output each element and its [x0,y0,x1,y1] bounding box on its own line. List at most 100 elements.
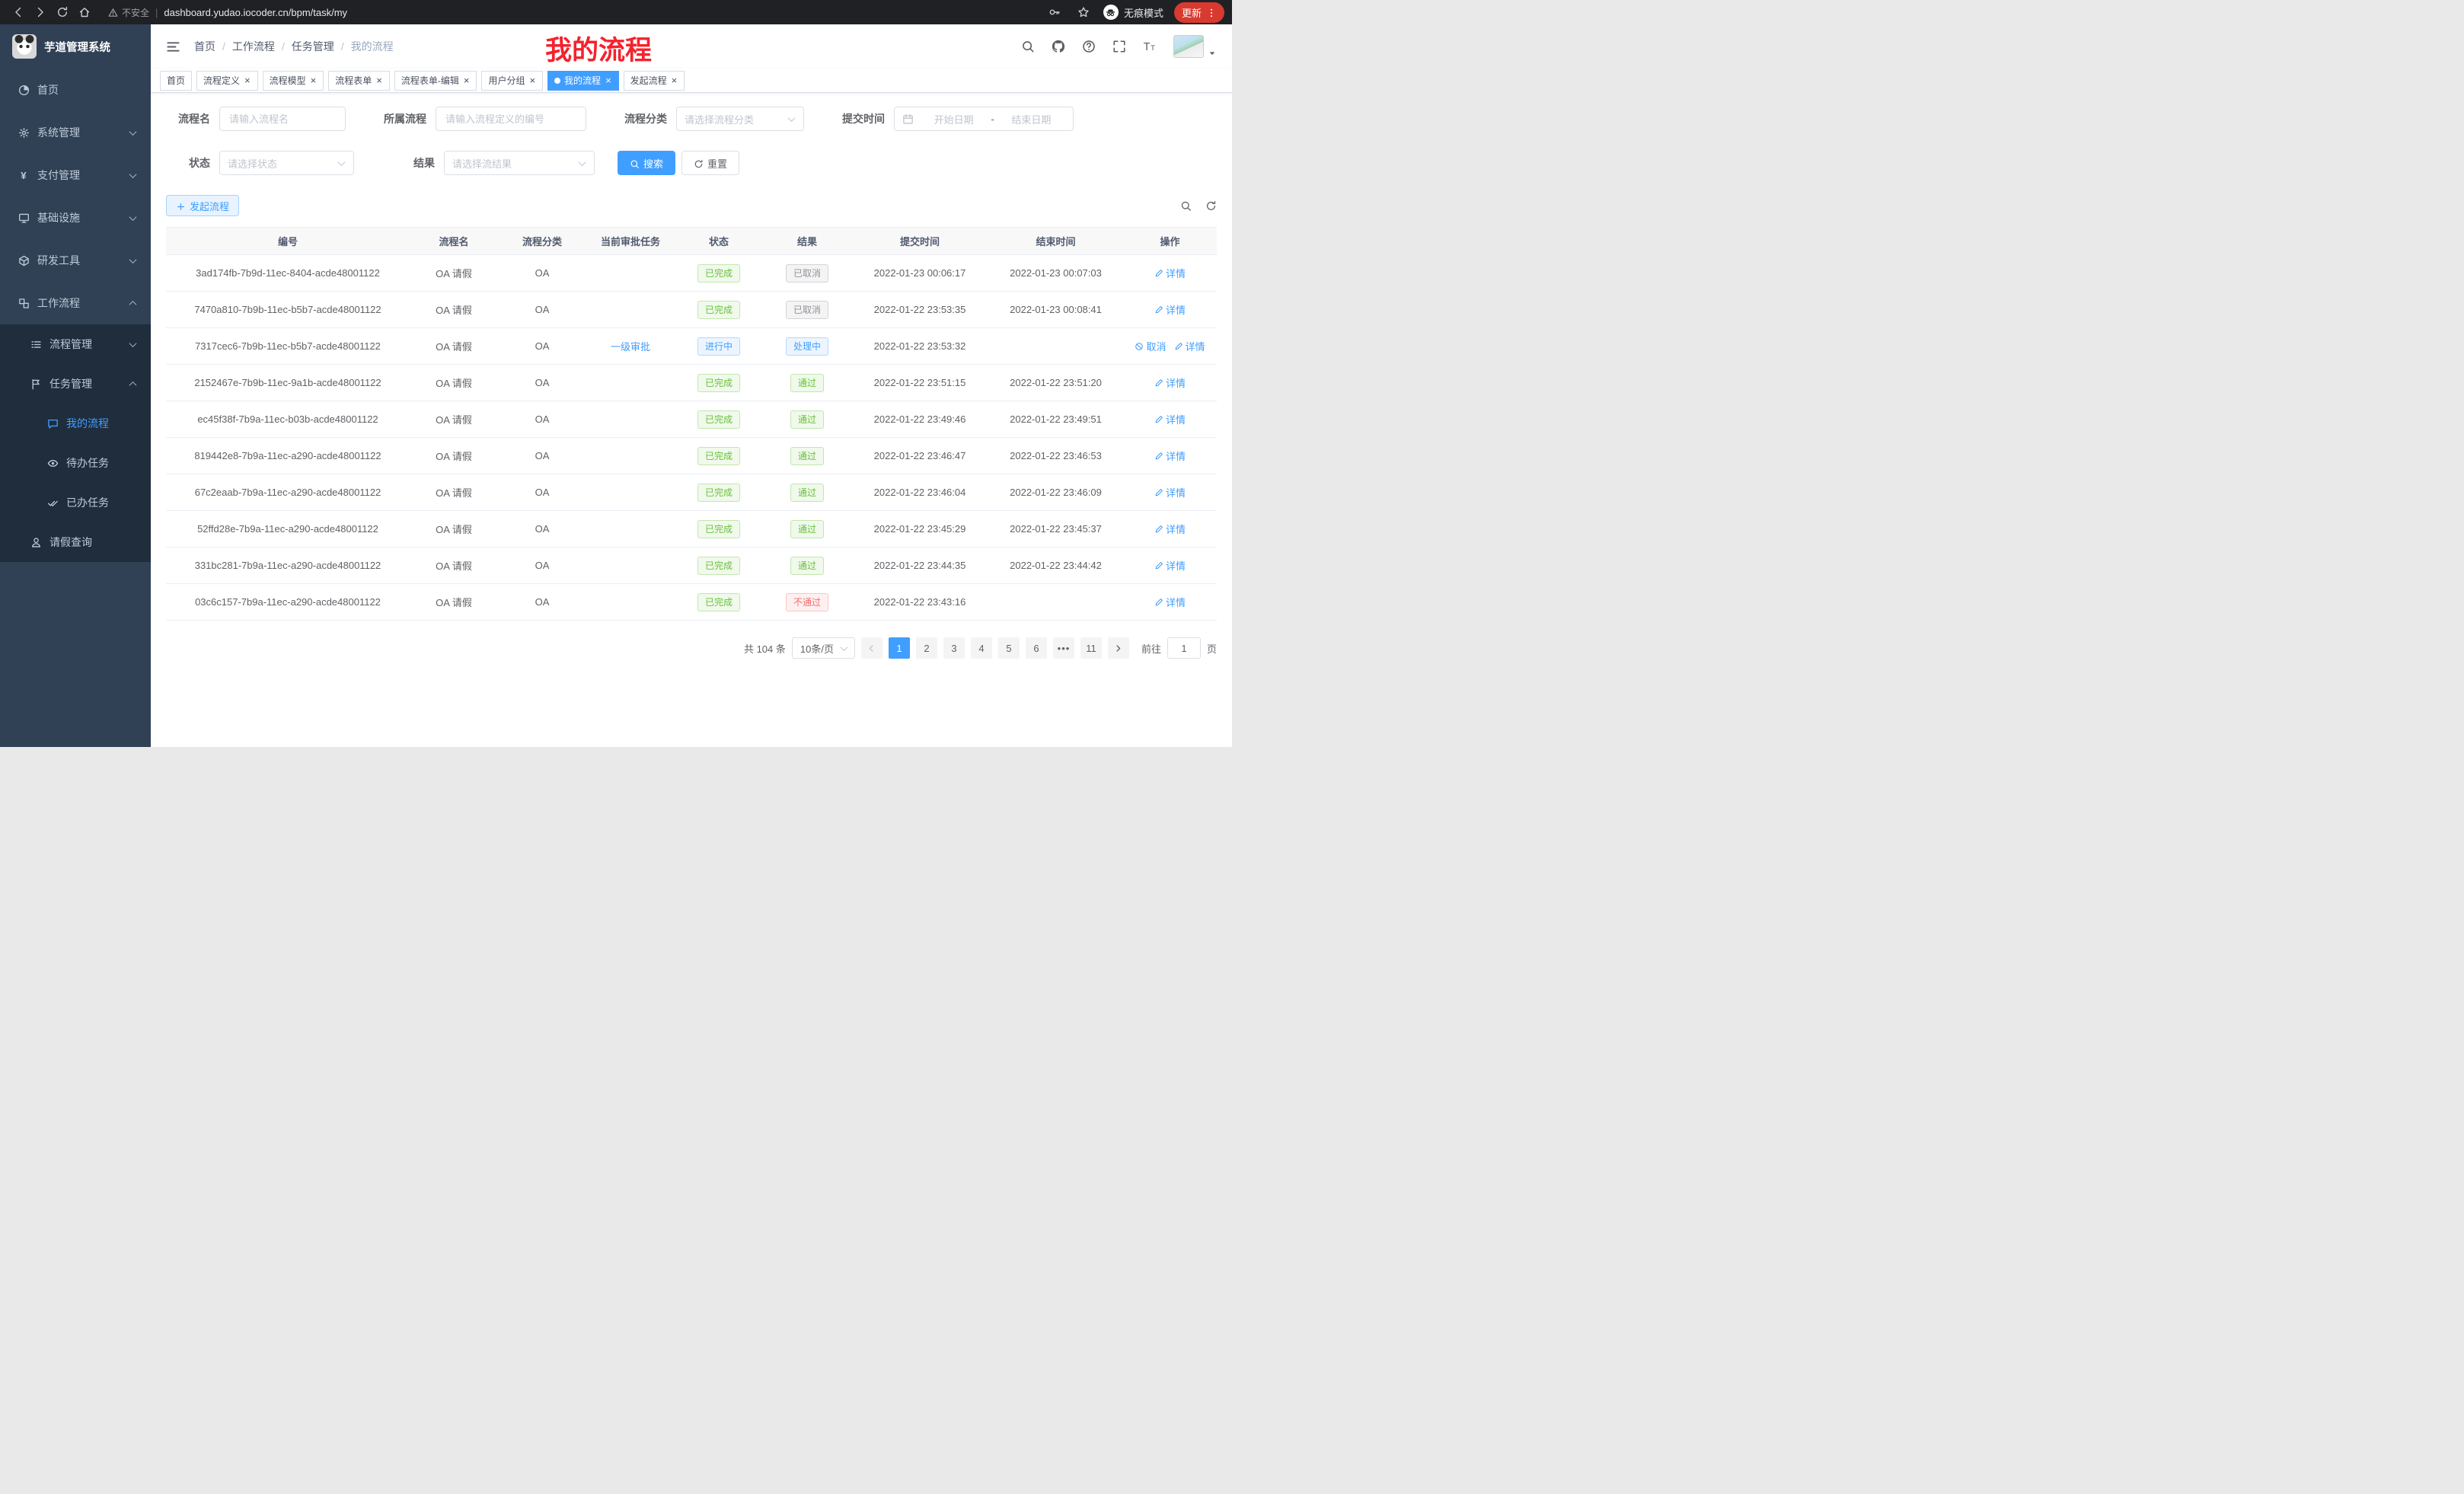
address-bar[interactable]: 不安全 | dashboard.yudao.iocoder.cn/bpm/tas… [108,6,1044,19]
detail-action-link[interactable]: 详情 [1154,485,1186,500]
detail-action-link[interactable]: 详情 [1154,595,1186,609]
user-menu[interactable] [1173,35,1217,58]
update-button[interactable]: 更新 [1174,2,1224,23]
search-button[interactable]: 搜索 [618,151,675,175]
refresh-table-icon[interactable] [1205,200,1217,212]
page-button-11[interactable]: 11 [1080,637,1102,659]
breadcrumb-item[interactable]: 首页 [194,39,215,54]
cell-end-time: 2022-01-22 23:49:51 [988,401,1123,438]
detail-action-link[interactable]: 详情 [1154,266,1186,280]
user-avatar[interactable] [1173,35,1204,58]
status-select[interactable]: 请选择状态 [219,151,354,175]
sidebar-item-system[interactable]: 系统管理 [0,111,151,154]
goto-page-input[interactable] [1167,637,1201,659]
cell-actions: 详情 [1123,401,1217,438]
sidebar-item-task-mgmt[interactable]: 任务管理 [0,364,151,404]
page-button-6[interactable]: 6 [1026,637,1047,659]
font-size-icon[interactable]: TT [1143,40,1157,53]
browser-home-icon[interactable] [74,2,94,23]
detail-action-link[interactable]: 详情 [1154,558,1186,573]
main: 首页/工作流程/任务管理/我的流程 TT 首页流程定义×流程模型×流程表单×流程… [151,24,1232,747]
security-label: 不安全 [122,6,149,19]
cell-status: 已完成 [675,584,763,621]
help-icon[interactable] [1082,40,1096,53]
prev-page-button[interactable] [861,637,883,659]
page-button-5[interactable]: 5 [998,637,1020,659]
page-button-3[interactable]: 3 [943,637,965,659]
close-icon[interactable]: × [463,75,471,85]
sidebar-item-todo-tasks[interactable]: 待办任务 [0,443,151,483]
next-page-button[interactable] [1108,637,1129,659]
detail-action-link[interactable]: 详情 [1154,522,1186,536]
menu-dots-icon[interactable] [1206,6,1217,18]
sidebar-item-home[interactable]: 首页 [0,69,151,111]
tab-process-form-edit[interactable]: 流程表单-编辑× [394,71,477,91]
create-process-button[interactable]: 发起流程 [166,195,239,216]
tab-label: 流程表单 [335,74,372,87]
detail-action-link[interactable]: 详情 [1154,412,1186,426]
table-row: 819442e8-7b9a-11ec-a290-acde48001122OA 请… [166,438,1217,474]
tab-process-definition[interactable]: 流程定义× [196,71,258,91]
bookmark-star-icon[interactable] [1074,3,1093,21]
breadcrumb-item[interactable]: 工作流程 [232,39,275,54]
sidebar-item-infrastructure[interactable]: 基础设施 [0,196,151,239]
column-header: 流程名 [410,228,498,255]
task-link[interactable]: 一级审批 [611,339,650,353]
tab-user-group[interactable]: 用户分组× [481,71,543,91]
detail-action-link[interactable]: 详情 [1154,449,1186,463]
sidebar-item-my-process[interactable]: 我的流程 [0,404,151,443]
close-icon[interactable]: × [310,75,318,85]
cell-id: 67c2eaab-7b9a-11ec-a290-acde48001122 [166,474,410,511]
page-button-1[interactable]: 1 [889,637,910,659]
infrastructure-icon [18,212,30,224]
header-search-icon[interactable] [1021,40,1035,53]
github-icon[interactable] [1052,40,1065,53]
close-icon[interactable]: × [671,75,678,85]
sidebar-toggle-icon[interactable] [166,40,180,54]
sidebar-item-payment[interactable]: ¥支付管理 [0,154,151,196]
close-icon[interactable]: × [375,75,383,85]
sidebar-item-process-mgmt[interactable]: 流程管理 [0,324,151,364]
browser-back-icon[interactable] [8,2,28,23]
password-key-icon[interactable] [1045,3,1064,21]
status-label: 状态 [166,155,219,171]
category-select[interactable]: 请选择流程分类 [676,107,804,131]
close-icon[interactable]: × [605,75,612,85]
toggle-search-icon[interactable] [1180,200,1192,212]
page-ellipsis[interactable]: ••• [1053,637,1074,659]
cell-result: 不通过 [763,584,851,621]
detail-action-link[interactable]: 详情 [1174,339,1205,353]
security-status[interactable]: 不安全 [108,6,149,19]
cell-status: 已完成 [675,365,763,401]
tab-process-form[interactable]: 流程表单× [328,71,390,91]
column-header: 编号 [166,228,410,255]
page-button-2[interactable]: 2 [916,637,937,659]
process-name-input[interactable] [219,107,346,131]
detail-action-link[interactable]: 详情 [1154,302,1186,317]
result-select[interactable]: 请选择流结果 [444,151,595,175]
close-icon[interactable]: × [244,75,251,85]
tab-my-process[interactable]: 我的流程× [547,71,619,91]
sidebar-item-workflow[interactable]: 工作流程 [0,282,151,324]
browser-reload-icon[interactable] [52,2,72,23]
chevron-down-icon [129,213,137,221]
cancel-action-link[interactable]: 取消 [1135,339,1166,353]
sidebar-item-leave-query[interactable]: 请假查询 [0,522,151,562]
sidebar-item-done-tasks[interactable]: 已办任务 [0,483,151,522]
submit-time-range-picker[interactable]: 开始日期 - 结束日期 [894,107,1074,131]
browser-forward-icon[interactable] [30,2,50,23]
tab-home[interactable]: 首页 [160,71,192,91]
detail-action-link[interactable]: 详情 [1154,375,1186,390]
tab-start-process[interactable]: 发起流程× [624,71,685,91]
chevron-down-icon [841,643,848,651]
page-button-4[interactable]: 4 [971,637,992,659]
breadcrumb-item[interactable]: 任务管理 [292,39,334,54]
fullscreen-icon[interactable] [1112,40,1126,53]
sidebar-menu: 首页系统管理¥支付管理基础设施研发工具工作流程流程管理任务管理我的流程待办任务已… [0,69,151,562]
page-size-select[interactable]: 10条/页 [792,637,855,659]
sidebar-item-devtools[interactable]: 研发工具 [0,239,151,282]
tab-process-model[interactable]: 流程模型× [263,71,324,91]
process-def-input[interactable] [436,107,586,131]
close-icon[interactable]: × [528,75,536,85]
reset-button[interactable]: 重置 [681,151,739,175]
